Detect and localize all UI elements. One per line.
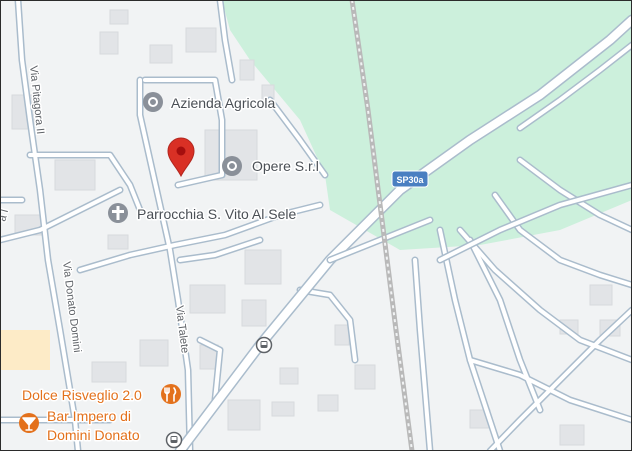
- poi-label-azienda: Azienda Agricola: [171, 95, 276, 111]
- building-highlight: [0, 330, 50, 370]
- poi-label-bar-line1: Bar Impero di: [47, 408, 131, 424]
- map-canvas[interactable]: SP30a Via Pitagora II Via Donato Domini …: [0, 0, 632, 451]
- cocktail-icon: [19, 413, 39, 433]
- poi-parrocchia[interactable]: Parrocchia S. Vito Al Sele: [108, 203, 298, 224]
- poi-label-opere: Opere S.r.l: [252, 158, 319, 174]
- poi-label-parrocchia: Parrocchia S. Vito Al Sele: [137, 206, 296, 222]
- poi-label-bar-line2: Domini Donato: [47, 427, 140, 443]
- bus-stop-icon[interactable]: [165, 431, 183, 449]
- place-icon: [222, 156, 242, 176]
- poi-opere-srl[interactable]: Opere S.r.l: [222, 156, 320, 176]
- highway-shield: SP30a: [391, 170, 429, 188]
- shield-label: SP30a: [396, 175, 424, 185]
- place-icon: [143, 92, 163, 112]
- church-cross-icon: [108, 203, 128, 223]
- poi-label-dolce: Dolce Risveglio 2.0: [22, 387, 142, 403]
- bus-stop-icon[interactable]: [255, 336, 273, 354]
- restaurant-icon: [161, 384, 181, 404]
